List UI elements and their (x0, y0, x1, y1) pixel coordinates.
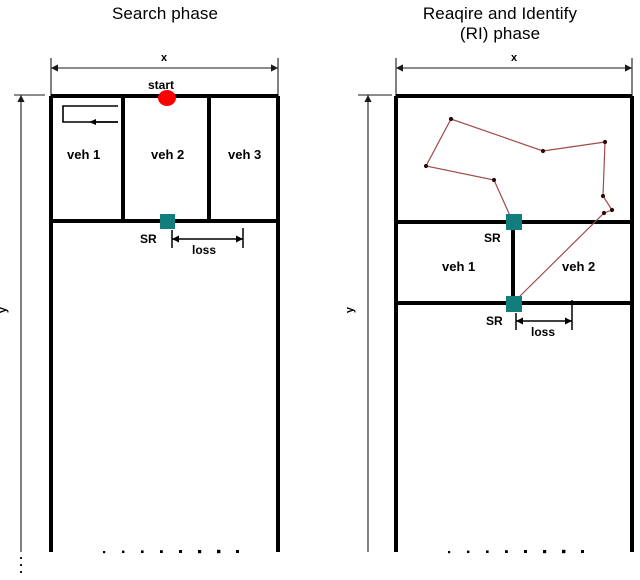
target-track-vertices (423, 116, 615, 216)
track-vertex-dot (448, 116, 454, 122)
left-y-dim-arrow-top (17, 95, 25, 102)
sr-marker-right-lower (506, 296, 522, 312)
left-y-dimension (14, 94, 45, 552)
left-sweep-path-indicator (62, 105, 118, 123)
left-panel-group (14, 58, 280, 573)
left-outer-boundary (49, 94, 280, 552)
left-loss-arrow-right (236, 235, 243, 243)
right-vehicle-label-1: veh 1 (442, 259, 476, 274)
right-panel-group (358, 58, 634, 554)
track-vertex-dot (423, 163, 429, 169)
track-vertex-dot (540, 148, 546, 154)
sr-label-left: SR (140, 232, 157, 246)
right-y-axis-label: y (344, 306, 357, 314)
left-vehicle-label-3: veh 3 (228, 147, 262, 162)
left-loss-arrow-left (172, 235, 179, 243)
right-bottom-dots (448, 549, 584, 554)
figure-canvas: Search phase Reaqire and Identify (RI) p… (0, 0, 640, 580)
left-vehicle-label-2: veh 2 (151, 147, 185, 162)
left-bottom-dots (103, 549, 239, 554)
right-loss-arrow-left (516, 317, 523, 325)
right-x-axis-label: x (511, 52, 518, 64)
right-x-dim-arrow-left (396, 64, 403, 72)
track-vertex-dot (602, 139, 608, 145)
left-x-dim-arrow-left (51, 64, 58, 72)
right-y-dimension (358, 94, 392, 552)
left-y-axis-label: y (0, 307, 9, 313)
track-vertex-dot (491, 177, 497, 183)
sr-label-right-upper: SR (484, 231, 501, 245)
left-vehicle-label-1: veh 1 (67, 147, 101, 162)
track-vertex-dot (600, 193, 606, 199)
right-loss-arrow-right (565, 317, 572, 325)
sr-label-right-lower: SR (486, 314, 503, 328)
left-y-dim-dots (20, 557, 22, 573)
start-marker-left (158, 90, 176, 106)
figure-vector-layer (14, 58, 634, 573)
right-vehicle-label-2: veh 2 (562, 259, 596, 274)
sweep-bracket (62, 105, 118, 123)
right-outer-boundary (394, 94, 634, 552)
left-x-dim-arrow-right (271, 64, 278, 72)
right-y-dim-arrow-top (364, 95, 372, 102)
track-vertex-dot (601, 210, 607, 216)
loss-label-right: loss (531, 325, 556, 339)
left-x-axis-label: x (161, 52, 168, 64)
right-x-dim-arrow-right (625, 64, 632, 72)
start-label-left: start (148, 78, 175, 92)
sr-marker-right-upper (506, 214, 522, 230)
track-vertex-dot (609, 207, 615, 213)
sweep-arrow-head-left (89, 119, 96, 125)
loss-label-left: loss (192, 243, 217, 257)
sr-marker-left (160, 214, 175, 229)
target-track-polyline (425, 118, 613, 304)
